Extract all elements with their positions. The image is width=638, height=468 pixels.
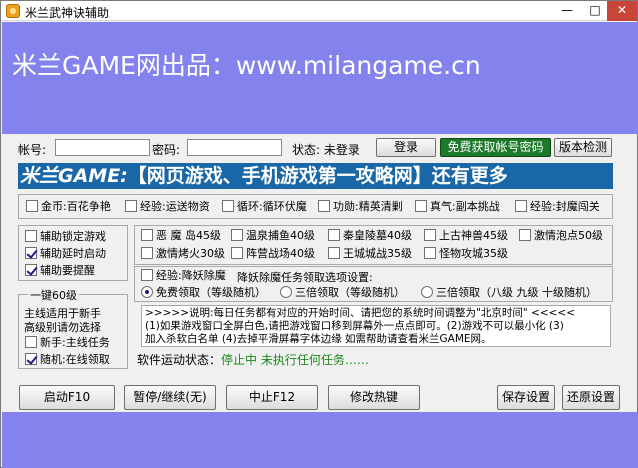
check-activity-4[interactable]: 功勋:精英清剿 bbox=[318, 200, 403, 214]
ad-bar[interactable]: 米兰GAME:【网页游戏、手机游戏第一攻略网】还有更多 bbox=[18, 163, 613, 189]
title-bar: 米兰武神诀辅助 — □ ✕ bbox=[1, 1, 637, 21]
start-button[interactable]: 启动F10 bbox=[19, 385, 115, 410]
checkbox-icon bbox=[25, 264, 37, 276]
hotkey-button[interactable]: 修改热键 bbox=[328, 385, 420, 410]
checkbox-icon bbox=[141, 247, 153, 259]
checkbox-icon bbox=[26, 200, 38, 212]
banner-text: 米兰GAME网出品：www.milangame.cn bbox=[12, 51, 481, 80]
check-delay-start[interactable]: 辅助延时启动 bbox=[25, 247, 106, 261]
check-dungeon-7[interactable]: 阵营战场40级 bbox=[231, 247, 315, 261]
checkbox-icon bbox=[515, 200, 527, 212]
checkbox-icon bbox=[424, 247, 436, 259]
check-activity-2[interactable]: 经验:运送物资 bbox=[125, 200, 210, 214]
account-input[interactable] bbox=[55, 139, 150, 156]
checkbox-icon bbox=[231, 229, 243, 241]
minimize-button[interactable]: — bbox=[553, 1, 581, 21]
app-window: 米兰武神诀辅助 — □ ✕ 米兰GAME网出品：www.milangame.cn… bbox=[0, 0, 638, 468]
check-dungeon-4[interactable]: 上古神兽45级 bbox=[424, 229, 508, 243]
pause-button[interactable]: 暂停/继续(无) bbox=[124, 385, 216, 410]
password-input[interactable] bbox=[187, 139, 282, 156]
radio-triple-random[interactable]: 三倍领取（等级随机） bbox=[280, 286, 405, 300]
radio-free[interactable]: 免费领取（等级随机） bbox=[141, 286, 266, 300]
check-lock-game[interactable]: 辅助锁定游戏 bbox=[25, 230, 106, 244]
check-activity-6[interactable]: 经验:封魔闯关 bbox=[515, 200, 600, 214]
banner: 米兰GAME网出品：www.milangame.cn bbox=[2, 22, 638, 134]
check-dungeon-1[interactable]: 恶 魔 岛45级 bbox=[141, 229, 221, 243]
checkbox-icon bbox=[328, 247, 340, 259]
check-activity-5[interactable]: 真气:副本挑战 bbox=[415, 200, 500, 214]
notice-line-3: 加入杀软白名单 (4)去掉平滑屏幕字体边缘 如需帮助请查看米兰GAME网。 bbox=[145, 333, 492, 345]
close-button[interactable]: ✕ bbox=[607, 1, 637, 21]
app-icon bbox=[6, 4, 20, 18]
save-settings-button[interactable]: 保存设置 bbox=[497, 385, 555, 410]
ad-brand: 米兰GAME: bbox=[20, 165, 128, 187]
check-dungeon-2[interactable]: 温泉捕鱼40级 bbox=[231, 229, 315, 243]
checkbox-icon bbox=[519, 229, 531, 241]
check-activity-1[interactable]: 金币:百花争艳 bbox=[26, 200, 111, 214]
check-dungeon-6[interactable]: 激情烤火30级 bbox=[141, 247, 225, 261]
status-value: 停止中 未执行任何任务…… bbox=[221, 353, 369, 367]
version-check-button[interactable]: 版本检测 bbox=[554, 138, 612, 157]
checkbox-icon bbox=[141, 229, 153, 241]
checkbox-icon bbox=[25, 247, 37, 259]
check-random-online[interactable]: 随机:在线领取 bbox=[25, 353, 110, 367]
check-dungeon-3[interactable]: 秦皇陵墓40级 bbox=[328, 229, 412, 243]
password-label: 密码: bbox=[152, 143, 181, 157]
check-dungeon-5[interactable]: 激情泡点50级 bbox=[519, 229, 603, 243]
check-reminder[interactable]: 辅助要提醒 bbox=[25, 264, 95, 278]
free-account-button[interactable]: 免费获取帐号密码 bbox=[440, 138, 551, 157]
notice-line-1: >>>>>说明:每日任务都有对应的开始时间、请把您的系统时间调整为"北京时间" … bbox=[145, 307, 576, 319]
check-dungeon-8[interactable]: 王城城战35级 bbox=[328, 247, 412, 261]
checkbox-icon bbox=[25, 230, 37, 242]
onekey-title: 一键60级 bbox=[28, 287, 79, 303]
status-line: 软件运动状态：停止中 未执行任何任务…… bbox=[137, 351, 369, 368]
checkbox-icon bbox=[231, 247, 243, 259]
check-activity-3[interactable]: 循环:循环伏魔 bbox=[222, 200, 307, 214]
notice-box: >>>>>说明:每日任务都有对应的开始时间、请把您的系统时间调整为"北京时间" … bbox=[141, 305, 611, 347]
checkbox-icon bbox=[222, 200, 234, 212]
checkbox-icon bbox=[141, 269, 153, 281]
ad-text: 【网页游戏、手机游戏第一攻略网】还有更多 bbox=[127, 165, 508, 187]
checkbox-icon bbox=[424, 229, 436, 241]
check-newbie-main[interactable]: 新手:主线任务 bbox=[25, 336, 110, 350]
checkbox-icon bbox=[125, 200, 137, 212]
check-dungeon-9[interactable]: 怪物攻城35级 bbox=[424, 247, 508, 261]
radio-icon bbox=[141, 286, 153, 298]
login-button[interactable]: 登录 bbox=[376, 138, 436, 157]
check-demon[interactable]: 经验:降妖除魔 bbox=[141, 269, 226, 283]
notice-line-2: (1)如果游戏窗口全屏白色,请把游戏窗口移到屏幕外一点点即可。(2)游戏不可以最… bbox=[145, 320, 564, 332]
login-status: 状态: 未登录 bbox=[292, 143, 360, 157]
onekey-desc-2: 高级别请勿选择 bbox=[24, 321, 101, 334]
restore-settings-button[interactable]: 还原设置 bbox=[562, 385, 620, 410]
checkbox-icon bbox=[25, 336, 37, 348]
radio-triple-high[interactable]: 三倍领取（八级 九级 十级随机） bbox=[421, 286, 597, 300]
checkbox-icon bbox=[328, 229, 340, 241]
window-title: 米兰武神诀辅助 bbox=[25, 6, 110, 20]
checkbox-icon bbox=[415, 200, 427, 212]
radio-icon bbox=[421, 286, 433, 298]
checkbox-icon bbox=[25, 353, 37, 365]
radio-icon bbox=[280, 286, 292, 298]
demon-setting-label: 降妖除魔任务领取选项设置: bbox=[237, 271, 373, 284]
checkbox-icon bbox=[318, 200, 330, 212]
maximize-button[interactable]: □ bbox=[581, 1, 609, 21]
status-label: 软件运动状态： bbox=[137, 353, 222, 367]
account-label: 帐号: bbox=[18, 143, 47, 157]
stop-button[interactable]: 中止F12 bbox=[226, 385, 318, 410]
bottom-band bbox=[2, 412, 638, 468]
